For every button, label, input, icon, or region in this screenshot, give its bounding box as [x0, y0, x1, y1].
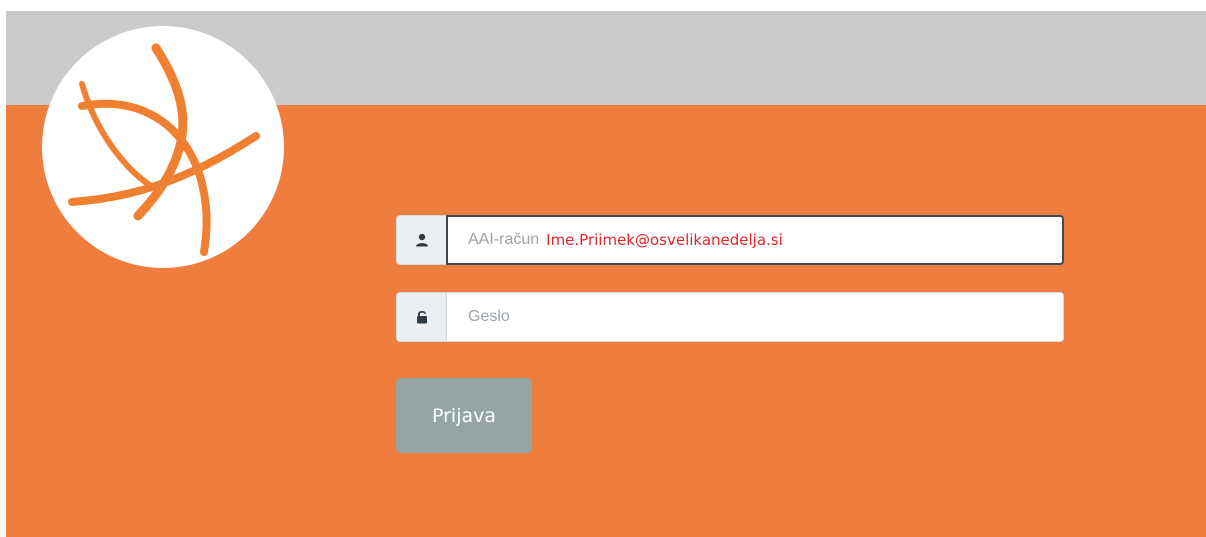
login-page: AAI-račun Ime.Priimek@osvelikanedelja.si…: [6, 11, 1206, 537]
username-row: AAI-račun Ime.Priimek@osvelikanedelja.si: [396, 215, 1064, 265]
unlock-icon: [416, 310, 427, 324]
user-icon: [415, 233, 428, 247]
username-addon: [396, 215, 446, 265]
login-button[interactable]: Prijava: [396, 378, 532, 453]
username-field[interactable]: AAI-račun Ime.Priimek@osvelikanedelja.si: [446, 215, 1064, 265]
password-row: Geslo: [396, 292, 1064, 342]
password-field[interactable]: Geslo: [446, 292, 1064, 342]
username-value: Ime.Priimek@osvelikanedelja.si: [546, 231, 783, 249]
logo: [42, 26, 284, 268]
username-placeholder: AAI-račun: [468, 231, 540, 248]
password-placeholder: Geslo: [468, 308, 510, 325]
curved-arc-star-logo-icon: [68, 43, 260, 256]
password-addon: [396, 292, 446, 342]
